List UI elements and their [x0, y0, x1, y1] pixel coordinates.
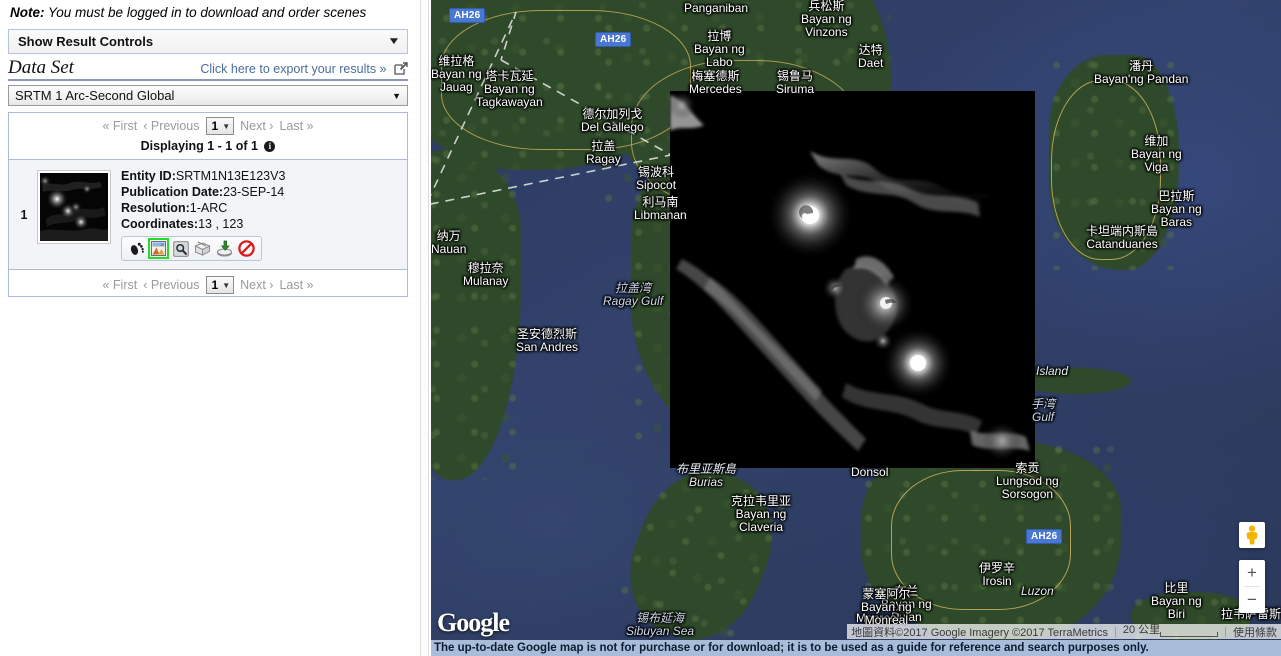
results-panel: Note: You must be logged in to download …: [0, 0, 416, 656]
dataset-header: Data Set Click here to export your resul…: [8, 58, 408, 81]
show-browse-overlay-icon[interactable]: [148, 238, 169, 259]
pager-first[interactable]: « First: [102, 278, 137, 292]
pager-next[interactable]: Next ›: [240, 119, 273, 133]
pager-previous[interactable]: ‹ Previous: [143, 119, 199, 133]
dataset-select-value: SRTM 1 Arc-Second Global: [15, 88, 175, 103]
srtm-browse-overlay[interactable]: [670, 91, 1035, 468]
not-available-icon[interactable]: [237, 239, 256, 258]
pager-last[interactable]: Last »: [279, 119, 313, 133]
displaying-text: Displaying 1 - 1 of 1: [140, 139, 258, 153]
thumbnail-cell: [35, 168, 113, 261]
map-data-attribution: 地圖資料©2017 Google Imagery ©2017 TerraMetr…: [851, 626, 1108, 639]
external-link-icon: [394, 62, 408, 76]
google-map-warning-strip: The up-to-date Google map is not for pur…: [431, 640, 1281, 656]
panel-scrollbar[interactable]: [416, 0, 430, 656]
map-viewport[interactable]: AH26 AH26 AH26 Panganiban 兵松斯 Bayan ng Vinz…: [431, 0, 1281, 640]
terms-of-use-link[interactable]: 使用條款: [1233, 624, 1277, 640]
pager-last[interactable]: Last »: [279, 278, 313, 292]
resolution-value: 1-ARC: [189, 201, 228, 215]
add-to-bulk-order-icon[interactable]: [193, 239, 212, 258]
zoom-in-button[interactable]: +: [1239, 560, 1265, 586]
scene-thumbnail[interactable]: [37, 170, 111, 244]
coordinates-line: Coordinates:13 , 123: [121, 216, 403, 232]
export-results-link[interactable]: Click here to export your results »: [200, 61, 408, 78]
pager-top: « First ‹ Previous 1 ▼ Next › Last »: [9, 113, 407, 139]
chevron-down-icon: ▼: [222, 280, 231, 290]
pager-page-select[interactable]: 1 ▼: [205, 117, 235, 135]
google-map-warning-text: The up-to-date Google map is not for pur…: [434, 642, 1149, 654]
login-note-label: Note:: [10, 5, 45, 20]
highway-shield-ah26-2: AH26: [595, 32, 632, 47]
scale-bar-line: [1160, 632, 1219, 637]
highway-shield-ah26-1: AH26: [449, 8, 486, 23]
pager-next[interactable]: Next ›: [240, 278, 273, 292]
map-scale-bar: 20 公里: [1123, 624, 1219, 637]
attribution-divider: |: [1224, 625, 1227, 638]
download-options-icon[interactable]: [215, 239, 234, 258]
highway-shield-ah26-3: AH26: [1026, 529, 1063, 544]
show-result-controls-accordion[interactable]: Show Result Controls ▼: [8, 29, 408, 54]
pager-page-value: 1: [211, 278, 219, 292]
show-footprint-icon[interactable]: [127, 239, 146, 258]
landmass-small-island-1: [1021, 368, 1131, 394]
zoom-out-button[interactable]: −: [1239, 587, 1265, 613]
landmass-bondoc: [431, 150, 521, 480]
entity-id-line: Entity ID:SRTM1N13E123V3: [121, 168, 403, 184]
map-attribution-bar: 地圖資料©2017 Google Imagery ©2017 TerraMetr…: [847, 624, 1281, 639]
earthexplorer-search-results-page: Note: You must be logged in to download …: [0, 0, 1281, 656]
show-metadata-icon[interactable]: [171, 239, 190, 258]
street-view-pegman-icon[interactable]: [1239, 522, 1265, 548]
pager-page-value: 1: [211, 119, 219, 133]
pager-first[interactable]: « First: [102, 119, 137, 133]
scrollbar-track[interactable]: [420, 0, 429, 656]
results-box: « First ‹ Previous 1 ▼ Next › Last » Dis…: [8, 112, 408, 297]
google-logo: Google: [437, 608, 510, 637]
info-icon[interactable]: i: [264, 141, 276, 152]
export-results-label: Click here to export your results »: [200, 62, 387, 76]
coordinates-label: Coordinates:: [121, 217, 199, 231]
pager-previous[interactable]: ‹ Previous: [143, 278, 199, 292]
login-note-text: You must be logged in to download and or…: [48, 5, 367, 20]
scene-metadata: Entity ID:SRTM1N13E123V3 Publication Dat…: [113, 168, 403, 261]
entity-id-label: Entity ID:: [121, 169, 176, 183]
row-index: 1: [20, 207, 28, 222]
result-action-bar: [121, 236, 262, 261]
chevron-down-icon: ▼: [222, 121, 231, 131]
table-row: 1 Entity ID:SRTM1N13E123V3 Publication D…: [9, 160, 407, 270]
admin-border-4: [1051, 80, 1161, 260]
attribution-divider: |: [1113, 625, 1117, 638]
resolution-line: Resolution:1-ARC: [121, 200, 403, 216]
publication-date-value: 23-SEP-14: [223, 185, 285, 199]
resolution-label: Resolution:: [121, 201, 190, 215]
coordinates-value: 13 , 123: [198, 217, 244, 231]
chevron-down-icon: ▼: [387, 36, 401, 47]
show-result-controls-label: Show Result Controls: [18, 34, 154, 49]
dataset-heading: Data Set: [8, 57, 74, 78]
map-zoom-controls: + −: [1239, 560, 1265, 613]
pager-page-select[interactable]: 1 ▼: [205, 276, 235, 294]
chevron-down-icon: ▼: [392, 90, 401, 101]
scale-label: 20 公里: [1122, 624, 1161, 636]
login-note: Note: You must be logged in to download …: [0, 0, 416, 27]
dataset-select[interactable]: SRTM 1 Arc-Second Global ▼: [8, 85, 408, 106]
publication-date-line: Publication Date:23-SEP-14: [121, 184, 403, 200]
displaying-count: Displaying 1 - 1 of 1 i: [9, 139, 407, 160]
pager-bottom: « First ‹ Previous 1 ▼ Next › Last »: [9, 270, 407, 296]
entity-id-value: SRTM1N13E123V3: [175, 169, 286, 183]
publication-date-label: Publication Date:: [121, 185, 224, 199]
